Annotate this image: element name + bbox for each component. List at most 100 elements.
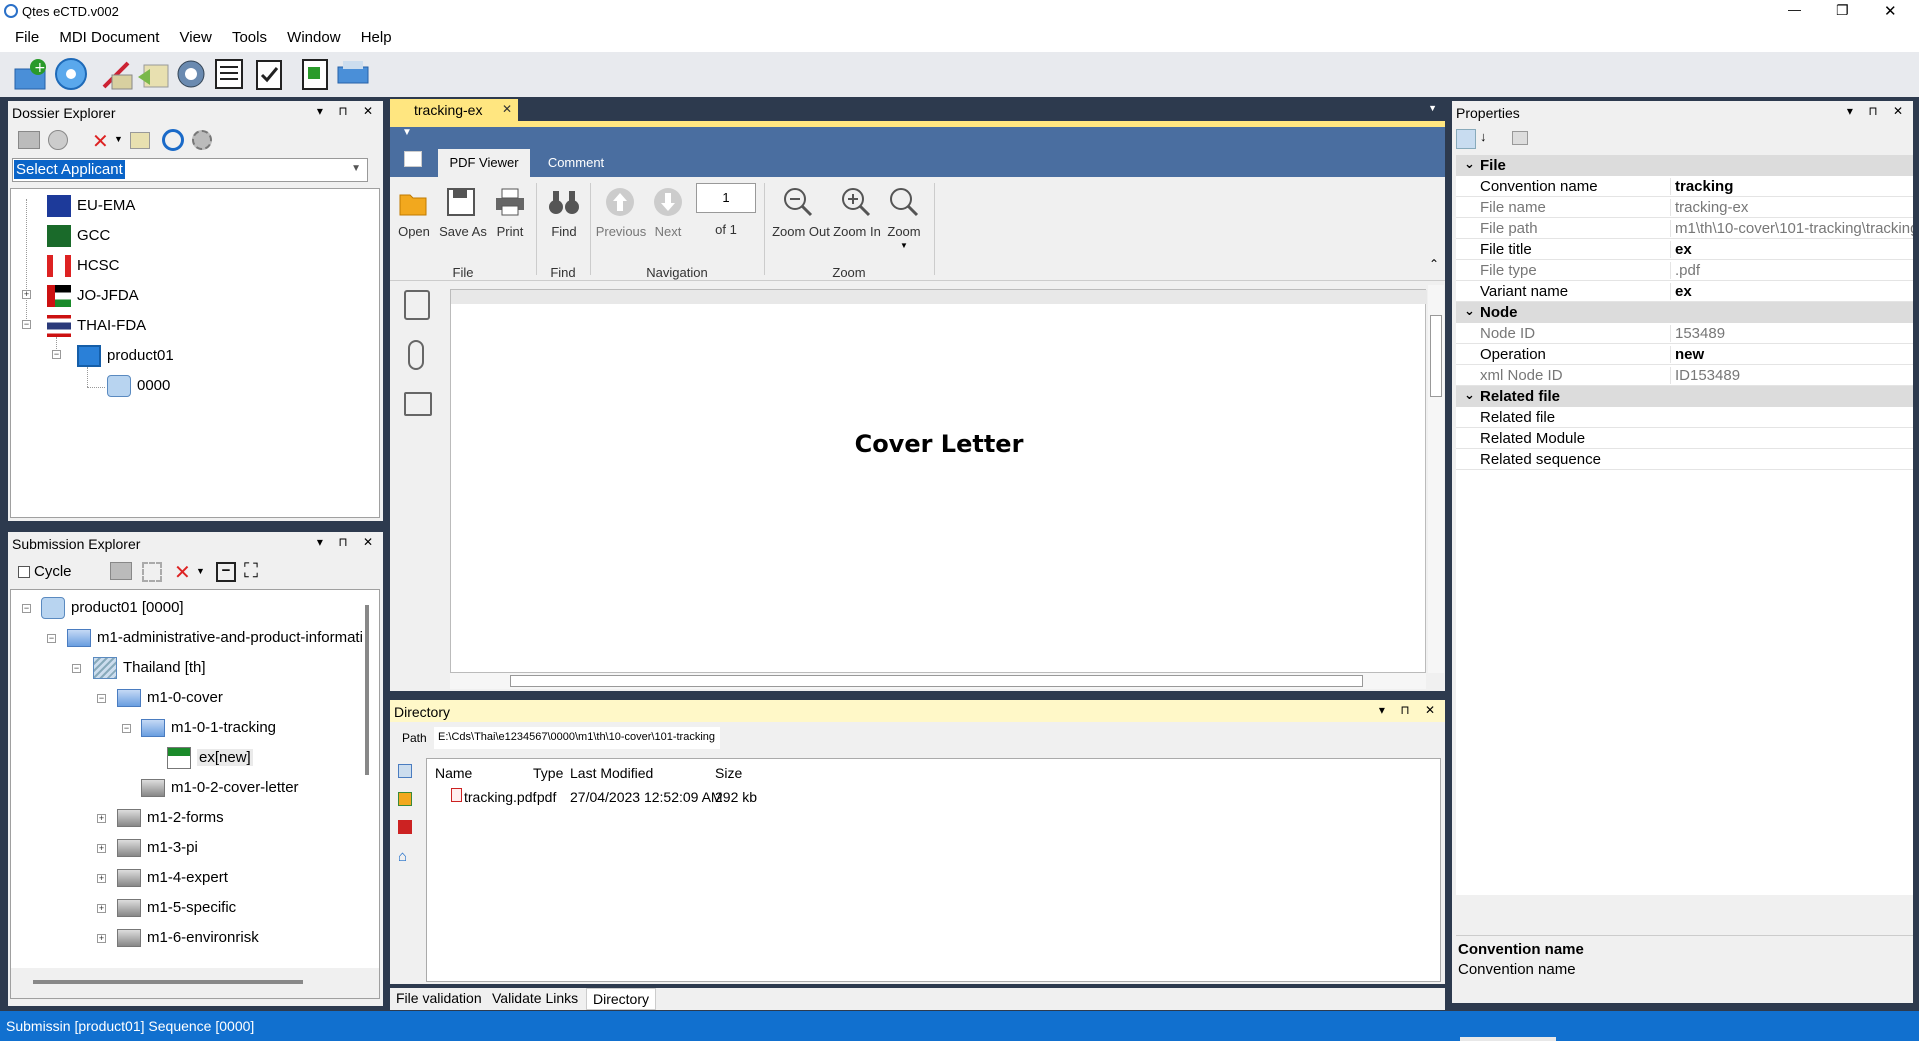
menu-view[interactable]: View [172, 24, 220, 46]
path-field[interactable]: E:\Cds\Thai\e1234567\0000\m1\th\10-cover… [434, 727, 720, 749]
property-row[interactable]: Operation new [1456, 344, 1913, 365]
restore-button[interactable]: ❐ [1836, 2, 1849, 19]
property-row[interactable]: Related Module [1456, 428, 1913, 449]
property-row[interactable]: Variant name ex [1456, 281, 1913, 302]
property-row[interactable]: File name tracking-ex [1456, 197, 1913, 218]
tree-item-m1-3-pi[interactable]: m1-3-pi [117, 836, 198, 860]
tree-item-gcc[interactable]: GCC [47, 224, 110, 248]
attachment-icon[interactable] [408, 340, 424, 370]
tab-tracking-ex[interactable]: tracking-ex ✕ [390, 99, 518, 121]
category-file[interactable]: ⌄ File [1456, 155, 1913, 176]
zoom-dropdown-icon[interactable]: ▼ [900, 241, 908, 250]
tree-item-m1-0-cover[interactable]: m1-0-cover [117, 686, 223, 710]
vertical-scrollbar[interactable] [365, 605, 369, 775]
add-sheet-icon[interactable] [296, 55, 334, 93]
previous-button[interactable]: Previous [594, 224, 648, 239]
property-row[interactable]: File path m1\th\10-cover\101-tracking\tra… [1456, 218, 1913, 239]
save-as-icon[interactable] [446, 187, 478, 217]
zoom-out-icon[interactable] [782, 187, 814, 217]
arrow-up-icon[interactable] [604, 187, 636, 217]
categorized-icon[interactable] [1456, 129, 1476, 149]
zoom-icon[interactable] [888, 187, 920, 217]
property-row[interactable]: File type .pdf [1456, 260, 1913, 281]
settings-gear-icon[interactable] [172, 55, 210, 93]
tree-item-m1-admin[interactable]: m1-administrative-and-product-informati [67, 626, 363, 650]
tree-item-product01[interactable]: product01 [77, 344, 174, 368]
new-folder-icon[interactable] [110, 562, 132, 580]
table-row[interactable]: tracking.pdf .pdf 27/04/2023 12:52:09 AM… [427, 786, 1442, 808]
horizontal-scrollbar[interactable] [33, 980, 303, 984]
scroll-thumb[interactable] [510, 675, 1363, 687]
delete-icon[interactable]: ✕ [92, 129, 109, 154]
column-type[interactable]: Type [533, 765, 563, 781]
save-file-icon[interactable] [398, 764, 412, 778]
property-row[interactable]: Related file [1456, 407, 1913, 428]
zoom-in-icon[interactable] [840, 187, 872, 217]
tab-directory[interactable]: Directory [586, 988, 657, 1010]
collapse-toggle[interactable]: − [72, 664, 81, 673]
panel-controls[interactable]: ▾ ⊓ ✕ [1847, 104, 1909, 118]
print-button[interactable]: Print [490, 224, 530, 239]
tree-item-m1-2-forms[interactable]: m1-2-forms [117, 806, 224, 830]
collapse-toggle[interactable]: − [52, 350, 61, 359]
ribbon-menu-icon[interactable]: ▼ [402, 127, 412, 138]
clipboard-check-icon[interactable] [250, 55, 288, 93]
collapse-toggle[interactable]: − [97, 694, 106, 703]
gear-icon[interactable] [192, 130, 212, 150]
expand-toggle[interactable]: + [97, 934, 106, 943]
panel-controls[interactable]: ▾ ⊓ ✕ [1379, 703, 1441, 717]
expand-toggle[interactable]: + [97, 844, 106, 853]
tree-item-m1-0-2-cover-letter[interactable]: m1-0-2-cover-letter [141, 776, 299, 800]
panel-controls[interactable]: ▾ ⊓ ✕ [317, 104, 379, 118]
delete-tools-icon[interactable] [98, 55, 136, 93]
menu-window[interactable]: Window [279, 24, 348, 46]
tree-item-eu-ema[interactable]: EU-EMA [47, 194, 135, 218]
property-row[interactable]: Convention name tracking [1456, 176, 1913, 197]
tab-file-validation[interactable]: File validation [396, 990, 482, 1006]
close-tab-icon[interactable]: ✕ [502, 102, 512, 116]
minimize-button[interactable]: — [1788, 2, 1801, 17]
scroll-thumb[interactable] [1430, 315, 1442, 397]
export-printer-icon[interactable] [334, 55, 372, 93]
collapse-toggle[interactable]: − [22, 604, 31, 613]
new-folder-icon[interactable] [18, 131, 40, 149]
import-icon[interactable] [134, 55, 172, 93]
tab-pdf-viewer[interactable]: PDF Viewer [438, 149, 530, 177]
menu-mdi-document[interactable]: MDI Document [51, 24, 167, 46]
category-node[interactable]: ⌄ Node [1456, 302, 1913, 323]
cycle-checkbox[interactable] [18, 566, 30, 578]
category-related-file[interactable]: ⌄ Related file [1456, 386, 1913, 407]
save-as-button[interactable]: Save As [438, 224, 488, 239]
close-window-button[interactable]: ✕ [1884, 2, 1897, 20]
app-menu-icon[interactable] [404, 151, 422, 167]
open-disc-icon[interactable] [52, 55, 90, 93]
zoom-out-button[interactable]: Zoom Out [772, 224, 830, 239]
tab-validate-links[interactable]: Validate Links [492, 990, 578, 1006]
tree-item-ex-new[interactable]: ex[new] [167, 746, 253, 770]
menu-help[interactable]: Help [353, 24, 400, 46]
sort-alpha-icon[interactable]: ↓ [1480, 129, 1487, 144]
tree-item-product01-0000[interactable]: product01 [0000] [41, 596, 184, 620]
tree-item-sequence-0000[interactable]: 0000 [107, 374, 170, 398]
arrow-down-icon[interactable] [652, 187, 684, 217]
expand-all-icon[interactable] [142, 562, 162, 582]
property-pages-icon[interactable] [1512, 131, 1528, 145]
expand-toggle[interactable]: + [97, 904, 106, 913]
dropdown-arrow-icon[interactable]: ▼ [114, 134, 123, 144]
tree-item-thailand[interactable]: Thailand [th] [93, 656, 206, 680]
refresh-icon[interactable] [162, 129, 184, 151]
menu-file[interactable]: File [0, 24, 47, 46]
collapse-toggle[interactable]: − [122, 724, 131, 733]
folder-color-icon[interactable] [398, 792, 412, 806]
viewer-horizontal-scrollbar[interactable] [450, 673, 1426, 689]
collapse-box-icon[interactable]: − [216, 562, 236, 582]
tree-item-m1-5-specific[interactable]: m1-5-specific [117, 896, 236, 920]
expand-toggle[interactable]: + [22, 290, 31, 299]
home-icon[interactable]: ⌂ [398, 848, 407, 865]
tree-item-m1-0-1-tracking[interactable]: m1-0-1-tracking [141, 716, 276, 740]
binoculars-icon[interactable] [548, 187, 580, 217]
property-row[interactable]: xml Node ID ID153489 [1456, 365, 1913, 386]
viewer-vertical-scrollbar[interactable] [1428, 285, 1444, 673]
import-small-icon[interactable] [130, 132, 150, 149]
zoom-button[interactable]: Zoom [884, 224, 924, 239]
